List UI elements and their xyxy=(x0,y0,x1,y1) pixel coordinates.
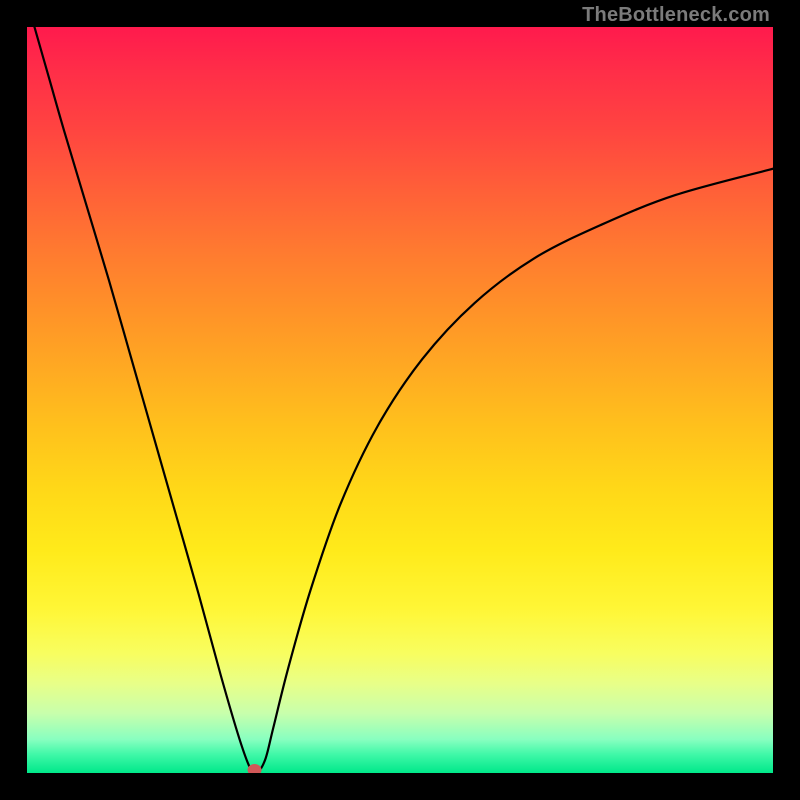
chart-container: TheBottleneck.com xyxy=(0,0,800,800)
curve-layer xyxy=(27,27,773,773)
bottleneck-curve xyxy=(34,27,773,773)
watermark-text: TheBottleneck.com xyxy=(582,4,770,27)
